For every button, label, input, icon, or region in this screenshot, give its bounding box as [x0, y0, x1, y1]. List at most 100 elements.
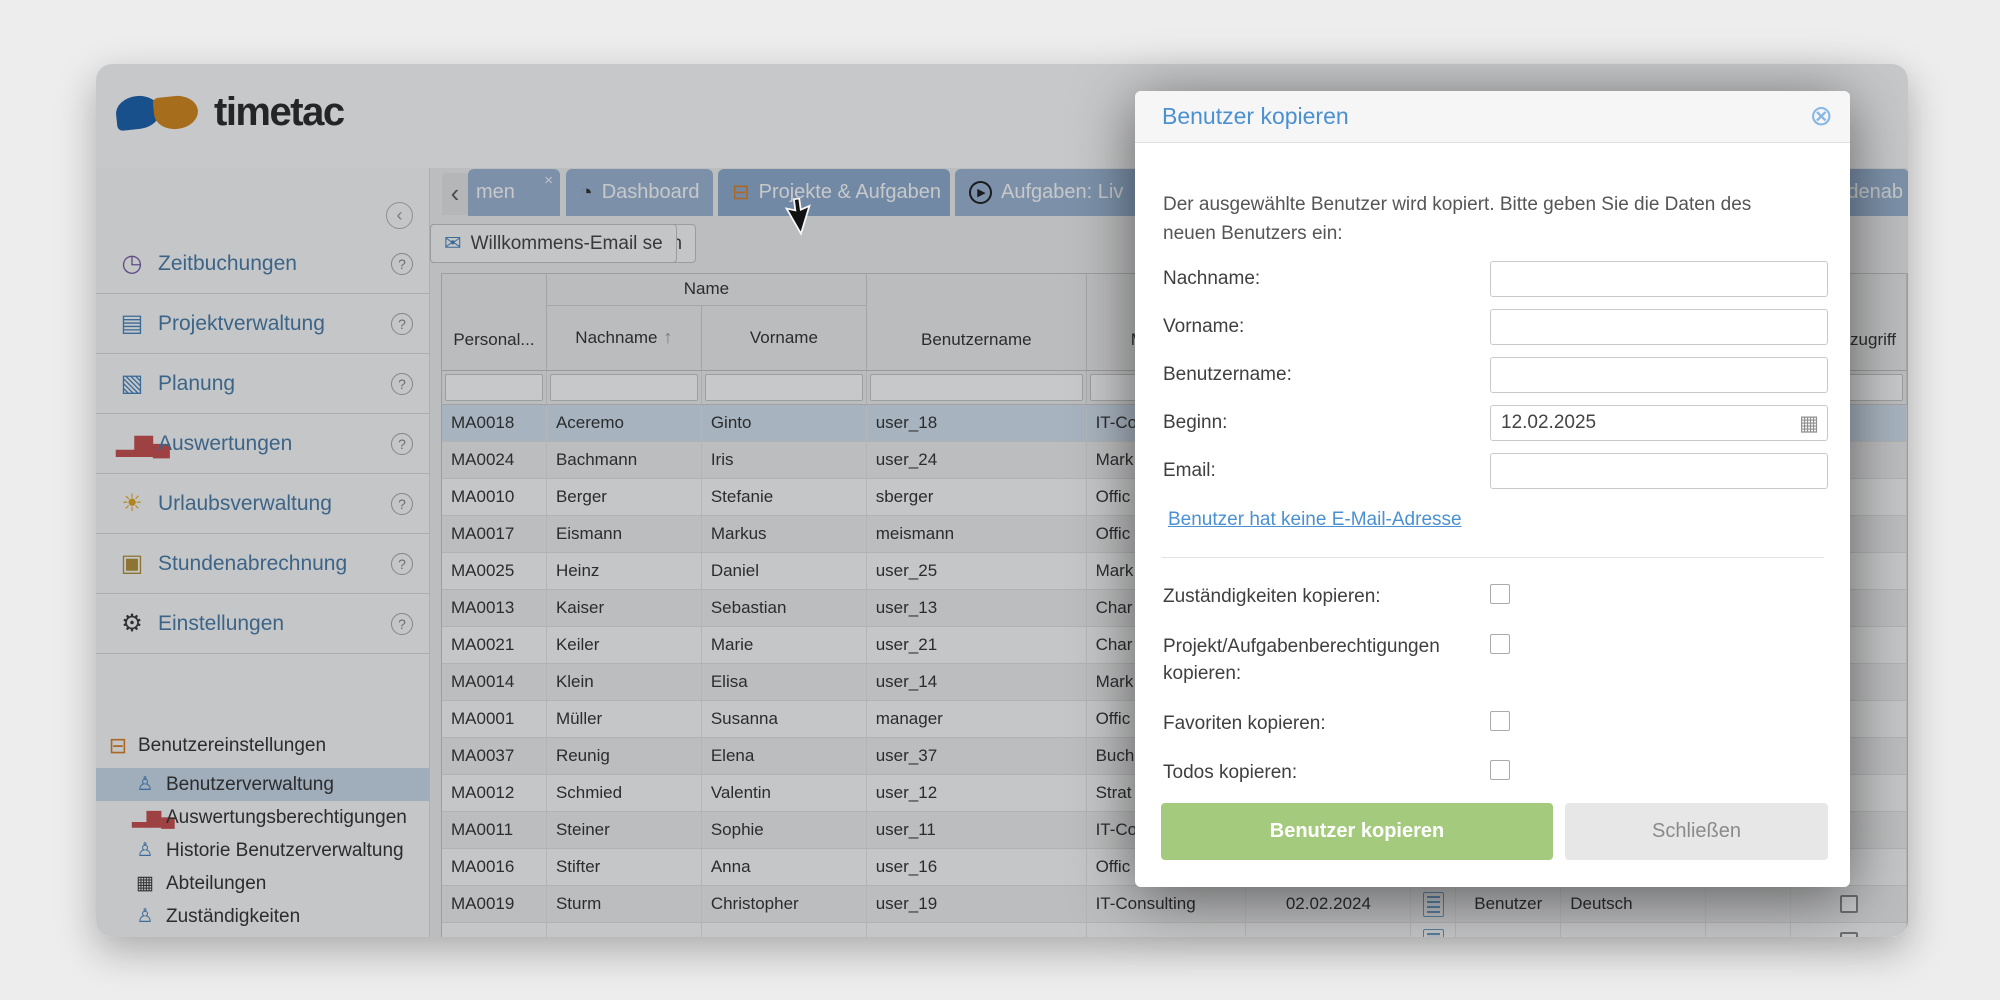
help-icon[interactable]: ? — [391, 313, 413, 335]
filter-input[interactable] — [705, 374, 863, 401]
close-icon[interactable]: ⊗ — [1810, 102, 1833, 130]
help-icon[interactable]: ? — [391, 493, 413, 515]
help-icon[interactable]: ? — [391, 433, 413, 455]
help-icon[interactable]: ? — [391, 373, 413, 395]
checkbox[interactable] — [1490, 711, 1510, 731]
filter-input[interactable] — [870, 374, 1083, 401]
text-input[interactable]: ▦ — [1490, 309, 1828, 345]
help-icon[interactable]: ? — [391, 253, 413, 275]
sidebar-sub-item[interactable]: ▂▆▄ Auswertungsberechtigungen — [96, 801, 429, 834]
filter-cell[interactable] — [442, 371, 547, 404]
column-header-vorname[interactable]: Vorname — [702, 306, 867, 370]
sidebar-sub-item-icon: ▦ — [132, 872, 158, 895]
cell-benutzername: user_21 — [867, 627, 1087, 663]
cell-benutzertyp: Benutzer — [1456, 886, 1561, 922]
cell-benutzername: user_14 — [867, 664, 1087, 700]
checkbox[interactable] — [1490, 634, 1510, 654]
cell-vorname: Stefanie — [702, 479, 867, 515]
dialog-checkboxes: Zuständigkeiten kopieren: Projekt/Aufgab… — [1163, 583, 1828, 809]
column-header-nachname[interactable]: Nachname ↑ — [547, 306, 702, 370]
table-row[interactable] — [442, 923, 1907, 937]
benutzer-kopieren-dialog: Benutzer kopieren ⊗ Der ausgewählte Benu… — [1135, 91, 1850, 887]
cell-benutzername: user_37 — [867, 738, 1087, 774]
schliessen-button[interactable]: Schließen — [1565, 803, 1828, 860]
sidebar-item-icon: ▧ — [116, 369, 148, 398]
sidebar-sub-item-label: Auswertungsberechtigungen — [166, 807, 407, 829]
cell-benutzername: manager — [867, 701, 1087, 737]
sidebar-sub-item[interactable]: ♙ Historie Benutzerverwaltung — [96, 834, 429, 867]
cell-benutzername: user_25 — [867, 553, 1087, 589]
sidebar-section-benutzereinstellungen[interactable]: ⊟ Benutzereinstellungen — [96, 728, 429, 764]
checkbox-row: Projekt/Aufgabenberechtigungen kopieren: — [1163, 633, 1828, 688]
zugriff-checkbox[interactable] — [1840, 895, 1858, 913]
sidebar-item[interactable]: ▣ Stundenabrechnung ? — [96, 534, 429, 594]
folder-icon: ⊟ — [732, 180, 750, 205]
sidebar-sub-item-label: Abteilungen — [166, 873, 266, 895]
cell-benutzername: user_13 — [867, 590, 1087, 626]
sidebar-item-label: Auswertungen — [158, 432, 391, 456]
filter-input[interactable] — [445, 374, 543, 401]
sidebar-item[interactable]: ⚙ Einstellungen ? — [96, 594, 429, 654]
sidebar-sub-item-icon: ♙ — [132, 905, 158, 928]
filter-input[interactable] — [550, 374, 698, 401]
tab-dashboard[interactable]: ◔ Dashboard — [566, 169, 713, 216]
filter-cell[interactable] — [867, 371, 1087, 404]
cell-typ-icon — [1411, 886, 1456, 922]
help-icon[interactable]: ? — [391, 613, 413, 635]
cell-vorname: Marie — [702, 627, 867, 663]
sidebar-sub-item[interactable]: ◈ Terminal-Transponderzuordnung — [96, 933, 429, 937]
text-input[interactable]: ▦ — [1490, 357, 1828, 393]
help-icon[interactable]: ? — [391, 553, 413, 575]
cell-vorname: Elisa — [702, 664, 867, 700]
mouse-cursor — [782, 198, 816, 238]
sidebar-item[interactable]: ☀ Urlaubsverwaltung ? — [96, 474, 429, 534]
sidebar-item[interactable]: ▧ Planung ? — [96, 354, 429, 414]
sidebar-item-label: Urlaubsverwaltung — [158, 492, 391, 516]
tab-projekte-aufgaben[interactable]: ⊟ Projekte & Aufgaben — [718, 169, 950, 216]
column-header-benutzername[interactable]: Benutzername — [867, 274, 1087, 370]
sidebar-item[interactable]: ▂▆▄ Auswertungen ? — [96, 414, 429, 474]
sidebar-item[interactable]: ▤ Projektverwaltung ? — [96, 294, 429, 354]
cell-personalnummer — [442, 923, 547, 937]
filter-cell[interactable] — [547, 371, 702, 404]
checkbox[interactable] — [1490, 760, 1510, 780]
cell-personalnummer: MA0012 — [442, 775, 547, 811]
cell-typ-icon — [1411, 923, 1456, 937]
text-input[interactable]: 12.02.2025 ▦ — [1490, 405, 1828, 441]
tab-partial[interactable]: men × — [468, 169, 560, 216]
logo-text: timetac — [214, 90, 344, 135]
filter-cell[interactable] — [702, 371, 867, 404]
sidebar-collapse-button[interactable]: ‹ — [386, 202, 413, 229]
column-header-personalnummer[interactable]: Personal... — [442, 274, 547, 370]
sidebar-sub-item[interactable]: ▦ Abteilungen — [96, 867, 429, 900]
sidebar: ‹ ◷ Zeitbuchungen ? ▤ Projektverwaltung … — [96, 168, 429, 937]
table-row[interactable]: MA0019 Sturm Christopher user_19 IT-Cons… — [442, 886, 1907, 923]
cell-datum: 02.02.2024 — [1246, 886, 1411, 922]
sidebar-main-nav: ◷ Zeitbuchungen ? ▤ Projektverwaltung ? … — [96, 234, 429, 654]
sidebar-sub-item[interactable]: ♙ Zuständigkeiten — [96, 900, 429, 933]
cell-mitarbeitergruppe: IT-Consulting — [1087, 886, 1247, 922]
benutzer-kopieren-button[interactable]: Benutzer kopieren — [1161, 803, 1553, 860]
cell-personalnummer: MA0014 — [442, 664, 547, 700]
no-email-link[interactable]: Benutzer hat keine E-Mail-Adresse — [1168, 509, 1462, 531]
sidebar-item[interactable]: ◷ Zeitbuchungen ? — [96, 234, 429, 294]
dialog-title: Benutzer kopieren — [1162, 103, 1349, 130]
cell-nachname: Sturm — [547, 886, 702, 922]
checkbox-row: Todos kopieren: — [1163, 759, 1828, 787]
cell-vorname: Susanna — [702, 701, 867, 737]
toolbar-button[interactable]: ✉ Willkommens-Email se — [430, 224, 677, 263]
sidebar-sub-item[interactable]: ♙ Benutzerverwaltung — [96, 768, 429, 801]
cell-benutzername: user_16 — [867, 849, 1087, 885]
cell-nachname: Bachmann — [547, 442, 702, 478]
calendar-icon[interactable]: ▦ — [1799, 411, 1819, 436]
sidebar-item-icon: ⚙ — [116, 609, 148, 638]
zugriff-checkbox[interactable] — [1840, 932, 1858, 937]
tab-scroll-left-button[interactable]: ‹ — [442, 173, 468, 215]
close-icon[interactable]: × — [544, 172, 553, 189]
checkbox[interactable] — [1490, 584, 1510, 604]
checkbox-label: Todos kopieren: — [1163, 759, 1468, 787]
list-document-icon — [1423, 929, 1444, 938]
text-input[interactable]: ▦ — [1490, 261, 1828, 297]
text-input[interactable]: ▦ — [1490, 453, 1828, 489]
sidebar-item-label: Planung — [158, 372, 391, 396]
